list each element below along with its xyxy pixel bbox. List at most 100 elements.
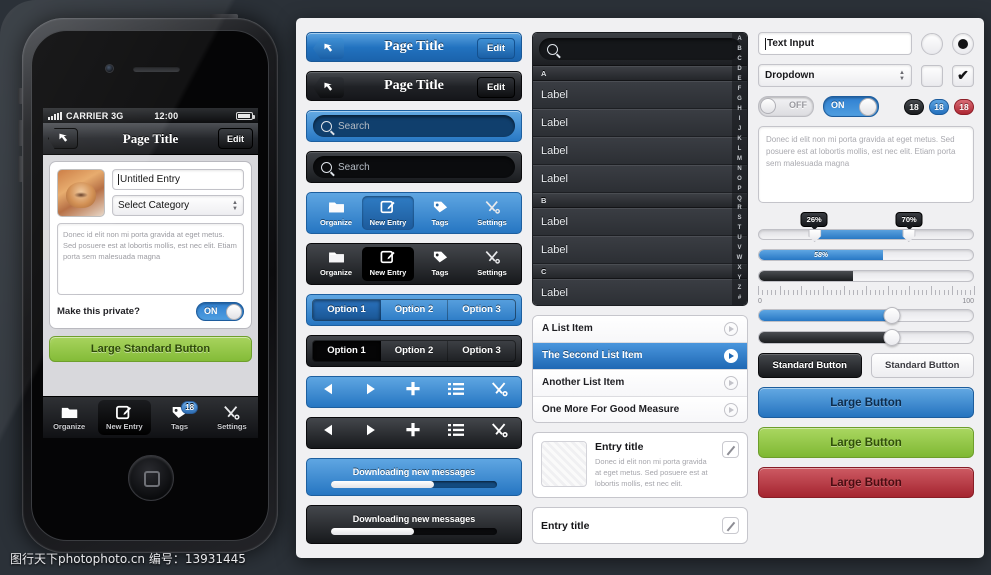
back-button[interactable] (313, 77, 344, 99)
index-letter[interactable]: H (737, 106, 741, 113)
index-letter[interactable]: S (737, 215, 741, 222)
index-letter[interactable]: T (738, 225, 742, 232)
search-input[interactable]: Search (313, 115, 515, 138)
entry-card-simple[interactable]: Entry title (532, 507, 748, 544)
index-letter[interactable]: J (738, 126, 741, 133)
index-letter[interactable]: R (737, 205, 741, 212)
alphabet-index-strip[interactable]: A B C D E F G H I J K L M N O P Q R S T U V W X Y Z # (732, 33, 747, 305)
pencil-icon[interactable] (722, 517, 739, 534)
tab-tags[interactable]: 18 Tags (154, 397, 206, 438)
checkbox-on[interactable]: ✔ (952, 64, 974, 87)
index-letter[interactable]: # (738, 295, 741, 302)
index-letter[interactable]: M (737, 156, 742, 163)
range-handle-max[interactable] (902, 229, 916, 242)
entry-card-with-thumb[interactable]: Entry title Donec id elit non mi porta g… (532, 432, 748, 498)
tab-new-entry[interactable]: New Entry (362, 247, 414, 281)
plus-icon[interactable] (405, 422, 421, 443)
search-input[interactable]: Search (313, 156, 515, 179)
index-letter[interactable]: N (737, 166, 741, 173)
range-handle-min[interactable] (808, 229, 822, 242)
range-slider[interactable]: 26% 70% (758, 212, 974, 242)
edit-button[interactable]: Edit (477, 38, 515, 59)
text-input[interactable]: Text Input (758, 32, 912, 55)
list-item[interactable]: Label (533, 236, 747, 264)
index-letter[interactable]: C (737, 56, 741, 63)
tools-icon[interactable] (491, 422, 508, 443)
index-letter[interactable]: U (737, 235, 741, 242)
index-letter[interactable]: W (737, 255, 743, 262)
tab-new-entry[interactable]: New Entry (98, 400, 151, 435)
large-button-green[interactable]: Large Button (758, 427, 974, 458)
tab-organize[interactable]: Organize (43, 397, 95, 438)
private-switch[interactable]: ON (196, 302, 244, 321)
next-icon[interactable] (363, 423, 378, 442)
tools-icon[interactable] (491, 381, 508, 402)
list-item[interactable]: A List Item (533, 315, 747, 343)
segment-option-3[interactable]: Option 3 (448, 300, 515, 320)
tab-settings[interactable]: Settings (206, 397, 258, 438)
list-item[interactable]: Label (533, 137, 747, 165)
radio-button-off[interactable] (921, 32, 943, 55)
list-item[interactable]: Label (533, 208, 747, 236)
switch-off[interactable]: OFF (758, 96, 814, 117)
large-button-blue[interactable]: Large Button (758, 387, 974, 418)
next-icon[interactable] (363, 382, 378, 401)
index-letter[interactable]: G (737, 96, 742, 103)
list-item[interactable]: Label (533, 279, 747, 305)
list-item[interactable]: Label (533, 109, 747, 137)
list-item[interactable]: Another List Item (533, 369, 747, 397)
list-item[interactable]: One More For Good Measure (533, 396, 747, 422)
segment-option-1[interactable]: Option 1 (313, 299, 381, 320)
prev-icon[interactable] (321, 382, 336, 401)
checkbox-off[interactable] (921, 64, 943, 87)
slider-blue[interactable] (758, 307, 974, 324)
index-letter[interactable]: D (737, 66, 741, 73)
index-letter[interactable]: Q (737, 196, 742, 203)
category-select[interactable]: Select Category ▲ ▼ (112, 195, 244, 216)
list-item[interactable]: The Second List Item (533, 342, 747, 370)
large-button-red[interactable]: Large Button (758, 467, 974, 498)
prev-icon[interactable] (321, 423, 336, 442)
tab-tags[interactable]: Tags (414, 196, 466, 230)
index-letter[interactable]: V (737, 245, 741, 252)
standard-button-dark[interactable]: Standard Button (758, 353, 862, 378)
edit-button[interactable]: Edit (477, 77, 515, 99)
segment-option-3[interactable]: Option 3 (448, 341, 515, 361)
entry-notes-textarea[interactable]: Donec id elit non mi porta gravida at eg… (57, 223, 244, 295)
tab-new-entry[interactable]: New Entry (362, 196, 414, 231)
index-letter[interactable]: X (737, 265, 741, 272)
home-button[interactable] (128, 455, 174, 501)
index-letter[interactable]: I (739, 116, 741, 123)
index-letter[interactable]: Y (737, 275, 741, 282)
back-button[interactable] (48, 128, 78, 149)
list-item[interactable]: Label (533, 165, 747, 193)
dropdown-select[interactable]: Dropdown ▲ ▼ (758, 64, 912, 87)
slider-knob[interactable] (883, 307, 901, 324)
list-icon[interactable] (447, 423, 464, 442)
list-item[interactable]: Label (533, 81, 747, 109)
index-letter[interactable]: O (737, 176, 742, 183)
plus-icon[interactable] (405, 381, 421, 402)
index-letter[interactable]: L (738, 146, 742, 153)
large-standard-button[interactable]: Large Standard Button (49, 336, 252, 362)
index-letter[interactable]: A (737, 36, 741, 43)
entry-photo-thumbnail[interactable] (57, 169, 105, 217)
standard-button-light[interactable]: Standard Button (870, 353, 974, 378)
entry-title-input[interactable]: Untitled Entry (112, 169, 244, 190)
tab-tags[interactable]: Tags (414, 247, 466, 281)
slider-dark[interactable] (758, 329, 974, 346)
tab-settings[interactable]: Settings (466, 247, 518, 281)
index-letter[interactable]: E (737, 76, 741, 83)
search-input[interactable] (539, 38, 741, 60)
radio-button-on[interactable] (952, 32, 974, 55)
segment-option-2[interactable]: Option 2 (381, 340, 449, 361)
list-icon[interactable] (447, 382, 464, 401)
tab-organize[interactable]: Organize (310, 196, 362, 230)
switch-on[interactable]: ON (823, 96, 879, 117)
slider-knob[interactable] (883, 329, 901, 346)
pencil-icon[interactable] (722, 441, 739, 458)
tab-organize[interactable]: Organize (310, 247, 362, 281)
segment-option-2[interactable]: Option 2 (381, 299, 449, 320)
edit-button[interactable]: Edit (218, 128, 253, 149)
index-letter[interactable]: B (737, 46, 741, 53)
